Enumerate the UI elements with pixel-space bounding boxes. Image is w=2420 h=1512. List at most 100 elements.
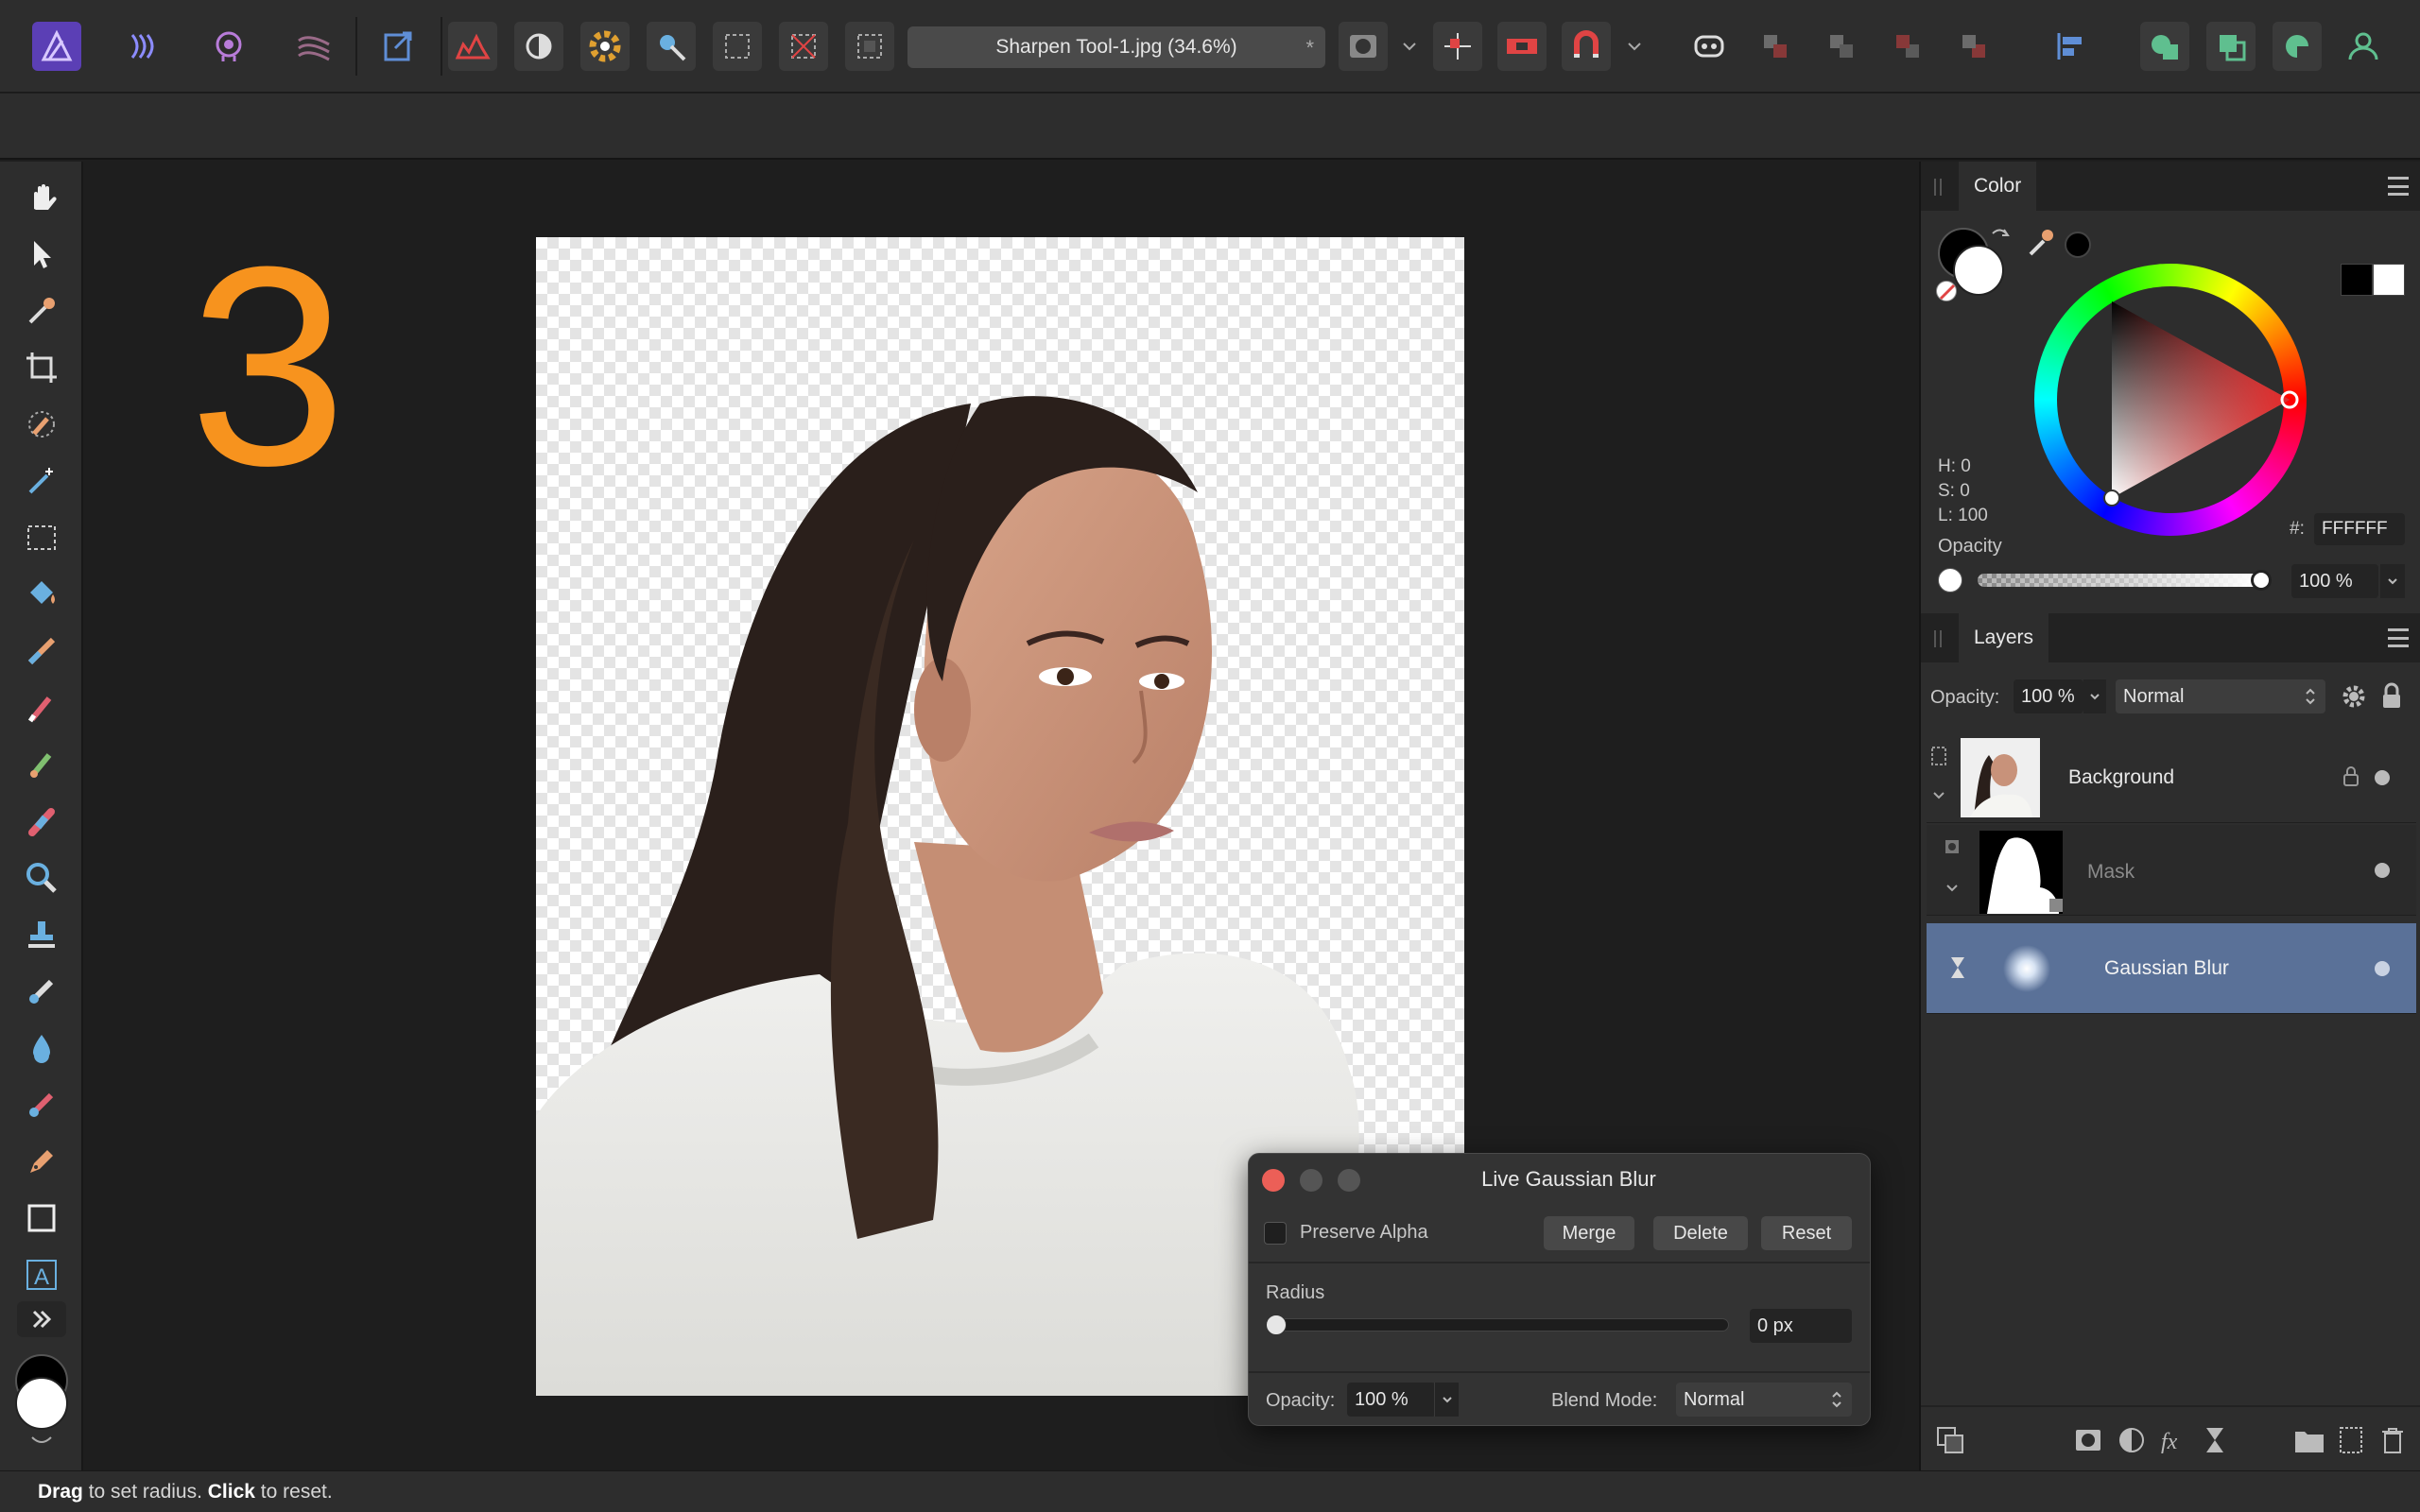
move-tool-icon[interactable] <box>17 230 66 279</box>
live-filter-icon[interactable] <box>1949 955 1966 985</box>
blend-mode-select[interactable]: Normal <box>1676 1383 1852 1417</box>
layer-row-background[interactable]: Background <box>1927 732 2416 823</box>
picked-color-swatch[interactable] <box>2065 232 2091 258</box>
rectangle-tool-icon[interactable] <box>17 1194 66 1243</box>
color-picker-tool-icon[interactable] <box>17 286 66 335</box>
develop-persona-icon[interactable] <box>117 22 166 71</box>
delete-button[interactable]: Delete <box>1653 1216 1748 1250</box>
selection-brush-tool-icon[interactable] <box>17 400 66 449</box>
fx-icon[interactable]: fx <box>2159 1426 2187 1459</box>
layer-opacity-field[interactable]: 100 % <box>2014 679 2083 713</box>
no-color-icon[interactable] <box>1936 281 1957 301</box>
chevron-down-icon[interactable] <box>1395 22 1424 71</box>
gradient-tool-icon[interactable] <box>17 627 66 676</box>
opacity-dropdown-chevron-icon[interactable] <box>2380 564 2405 598</box>
white-swatch[interactable] <box>2373 264 2405 296</box>
crop-tool-icon[interactable] <box>17 343 66 392</box>
hex-input[interactable]: FFFFFF <box>2314 513 2405 545</box>
rectangle-marquee-tool-icon[interactable] <box>17 513 66 562</box>
select-all-icon[interactable] <box>713 22 762 71</box>
eyedropper-icon[interactable] <box>2025 224 2059 263</box>
delete-layer-icon[interactable] <box>2378 1426 2407 1459</box>
auto-contrast-icon[interactable] <box>514 22 563 71</box>
blur-brush-tool-icon[interactable] <box>17 1023 66 1073</box>
radius-value-field[interactable]: 0 px <box>1750 1309 1852 1343</box>
swap-colors-icon[interactable] <box>1989 224 2014 253</box>
zoom-tool-icon[interactable] <box>17 853 66 902</box>
align-icon[interactable] <box>2046 22 2095 71</box>
black-swatch[interactable] <box>2341 264 2373 296</box>
merge-button[interactable]: Merge <box>1544 1216 1634 1250</box>
adjustment-icon[interactable] <box>2118 1426 2146 1459</box>
tab-layers[interactable]: Layers <box>1959 613 2049 662</box>
hand-tool-icon[interactable] <box>17 173 66 222</box>
red-eye-tool-icon[interactable] <box>17 1080 66 1129</box>
opacity-dropdown-chevron-icon[interactable] <box>1434 1383 1459 1417</box>
panel-grip-icon[interactable] <box>1934 179 1942 196</box>
chevron-down-icon[interactable] <box>1620 22 1649 71</box>
quick-mask-icon[interactable] <box>1339 22 1388 71</box>
secondary-color-swatch[interactable] <box>15 1377 68 1430</box>
expand-chevron-icon[interactable] <box>1945 882 1959 900</box>
expand-tools-icon[interactable] <box>17 1301 66 1337</box>
assistant-icon[interactable] <box>1685 22 1734 71</box>
deselect-icon[interactable] <box>779 22 828 71</box>
tab-color[interactable]: Color <box>1959 162 2037 211</box>
levels-icon[interactable] <box>448 22 497 71</box>
color-triangle[interactable] <box>2034 264 2307 536</box>
arrange-forward-icon[interactable] <box>1883 22 1932 71</box>
add-group-icon[interactable] <box>2293 1426 2325 1459</box>
layer-visibility-toggle[interactable] <box>2375 770 2390 785</box>
arrange-front-icon[interactable] <box>1949 22 1998 71</box>
mask-link-icon[interactable] <box>1944 838 1961 860</box>
layer-visibility-toggle[interactable] <box>2375 961 2390 976</box>
expand-chevron-icon[interactable] <box>1932 789 1945 807</box>
user-icon[interactable] <box>2339 22 2388 71</box>
preserve-alpha-checkbox[interactable] <box>1264 1222 1287 1245</box>
add-mask-icon[interactable] <box>2074 1426 2102 1459</box>
add-pixel-layer-icon[interactable] <box>2337 1426 2365 1459</box>
layer-opacity-chevron-icon[interactable] <box>2083 679 2106 713</box>
layer-blend-mode-select[interactable]: Normal <box>2116 679 2325 713</box>
layer-row-mask[interactable]: Mask <box>1927 825 2416 916</box>
magic-wand-tool-icon[interactable] <box>17 456 66 506</box>
layer-row-gaussian-blur[interactable]: Gaussian Blur <box>1927 923 2416 1014</box>
radius-slider-handle[interactable] <box>1266 1314 1287 1335</box>
layer-group-icon[interactable] <box>1930 746 1947 771</box>
boolean-intersect-icon[interactable] <box>2273 22 2322 71</box>
white-balance-icon[interactable] <box>647 22 696 71</box>
layer-source-icon[interactable] <box>1936 1426 1964 1459</box>
text-tool-icon[interactable]: A <box>17 1250 66 1299</box>
constrain-icon[interactable] <box>1497 22 1547 71</box>
liquify-persona-icon[interactable] <box>204 22 253 71</box>
layer-visibility-toggle[interactable] <box>2375 863 2390 878</box>
mixer-brush-tool-icon[interactable] <box>17 740 66 789</box>
panel-grip-icon[interactable] <box>1934 630 1942 647</box>
paint-brush-tool-icon[interactable] <box>17 683 66 732</box>
radius-slider-track[interactable] <box>1270 1318 1729 1332</box>
affinity-photo-logo-icon[interactable] <box>32 22 81 71</box>
arrange-back-icon[interactable] <box>1751 22 1800 71</box>
arrange-backward-icon[interactable] <box>1817 22 1866 71</box>
tone-mapping-persona-icon[interactable] <box>289 22 338 71</box>
magnet-icon[interactable] <box>1562 22 1611 71</box>
layer-settings-gear-icon[interactable] <box>2341 683 2367 714</box>
layer-lock-icon[interactable] <box>2380 681 2403 714</box>
export-persona-icon[interactable] <box>374 22 424 71</box>
flood-fill-tool-icon[interactable] <box>17 570 66 619</box>
color-wheel-icon[interactable] <box>580 22 630 71</box>
clone-stamp-tool-icon[interactable] <box>17 910 66 959</box>
opacity-slider-handle[interactable] <box>2251 570 2272 591</box>
color-panel-menu-icon[interactable] <box>2388 177 2409 196</box>
reset-button[interactable]: Reset <box>1761 1216 1852 1250</box>
swap-colors-icon[interactable] <box>28 1434 55 1447</box>
layers-panel-menu-icon[interactable] <box>2388 628 2409 647</box>
snapping-icon[interactable] <box>1433 22 1482 71</box>
healing-brush-tool-icon[interactable] <box>17 797 66 846</box>
opacity-value-field[interactable]: 100 % <box>2291 564 2378 598</box>
opacity-value-field[interactable]: 100 % <box>1347 1383 1436 1417</box>
layer-lock-icon[interactable] <box>2342 765 2360 792</box>
live-filter-add-icon[interactable] <box>2201 1426 2229 1459</box>
boolean-add-icon[interactable] <box>2140 22 2189 71</box>
boolean-subtract-icon[interactable] <box>2206 22 2256 71</box>
